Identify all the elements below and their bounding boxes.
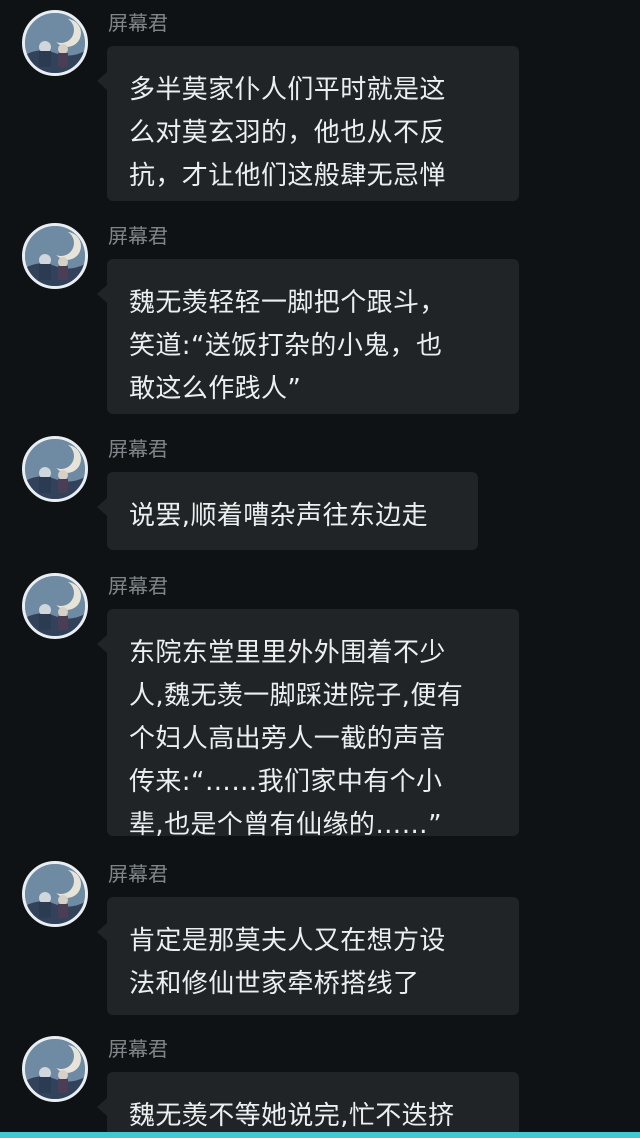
avatar-image	[25, 1039, 85, 1099]
sender-name: 屏幕君	[108, 224, 168, 248]
avatar[interactable]	[22, 861, 88, 927]
avatar[interactable]	[22, 10, 88, 76]
avatar-image	[25, 864, 85, 924]
avatar[interactable]	[22, 436, 88, 502]
sender-name: 屏幕君	[108, 437, 168, 461]
message-bubble[interactable]: 魏无羡轻轻一脚把个跟斗， 笑道:“送饭打杂的小鬼，也 敢这么作践人”	[97, 259, 519, 414]
avatar[interactable]	[22, 1036, 88, 1102]
message-bubble[interactable]: 东院东堂里里外外围着不少 人,魏无羡一脚踩进院子,便有 个妇人高出旁人一截的声音…	[97, 609, 519, 840]
avatar-image	[25, 13, 85, 73]
sender-name: 屏幕君	[108, 1037, 168, 1061]
message-bubble[interactable]: 说罢,顺着嘈杂声往东边走	[97, 472, 478, 550]
avatar-image	[25, 439, 85, 499]
message-bubble[interactable]: 魏无羡不等她说完,忙不迭挤	[97, 1072, 519, 1132]
sender-name: 屏幕君	[108, 574, 168, 598]
message-bubble[interactable]: 多半莫家仆人们平时就是这 么对莫玄羽的，他也从不反 抗，才让他们这般肆无忌惮	[97, 46, 519, 201]
avatar-image	[25, 576, 85, 636]
sender-name: 屏幕君	[108, 862, 168, 886]
avatar[interactable]	[22, 573, 88, 639]
sender-name: 屏幕君	[108, 11, 168, 35]
avatar[interactable]	[22, 223, 88, 289]
chat-feed[interactable]: 屏幕君 多半莫家仆人们平时就是这 么对莫玄羽的，他也从不反 抗，才让他们这般肆无…	[0, 0, 640, 1132]
avatar-image	[25, 226, 85, 286]
bottom-accent-bar	[0, 1132, 640, 1138]
message-bubble[interactable]: 肯定是那莫夫人又在想方设 法和修仙世家牵桥搭线了	[97, 897, 519, 1015]
